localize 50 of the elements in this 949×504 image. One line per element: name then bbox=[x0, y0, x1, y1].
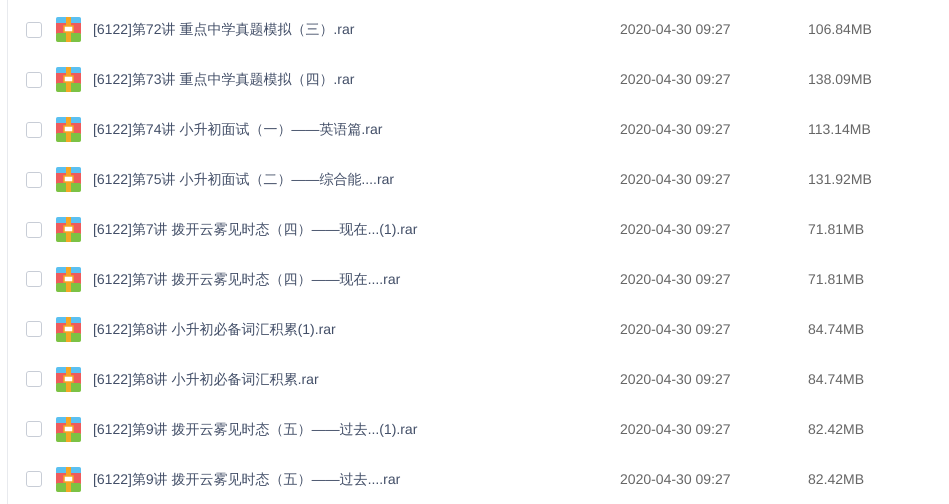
archive-icon bbox=[56, 366, 81, 392]
archive-icon bbox=[56, 67, 81, 92]
archive-icon bbox=[56, 266, 81, 292]
file-name[interactable]: [6122]第75讲 小升初面试（二）——综合能....rar bbox=[93, 169, 620, 190]
modified-date: 2020-04-30 09:27 bbox=[620, 420, 732, 439]
archive-icon bbox=[56, 466, 81, 492]
archive-icon bbox=[56, 416, 81, 442]
file-size: 71.81MB bbox=[808, 220, 864, 240]
file-name[interactable]: [6122]第8讲 小升初必备词汇积累.rar bbox=[93, 368, 620, 390]
file-name[interactable]: [6122]第8讲 小升初必备词汇积累(1).rar bbox=[93, 318, 620, 340]
modified-date: 2020-04-30 09:27 bbox=[620, 170, 732, 190]
checkbox[interactable] bbox=[26, 72, 42, 88]
modified-date: 2020-04-30 09:27 bbox=[620, 20, 732, 40]
file-size: 138.09MB bbox=[808, 70, 872, 90]
file-name[interactable]: [6122]第73讲 重点中学真题模拟（四）.rar bbox=[93, 69, 620, 90]
file-size: 84.74MB bbox=[808, 320, 864, 339]
file-name[interactable]: [6122]第7讲 拨开云雾见时态（四）——现在....rar bbox=[93, 268, 620, 290]
file-name[interactable]: [6122]第9讲 拨开云雾见时态（五）——过去...(1).rar bbox=[93, 418, 620, 440]
file-size: 106.84MB bbox=[808, 20, 872, 40]
checkbox[interactable] bbox=[26, 22, 42, 38]
modified-date: 2020-04-30 09:27 bbox=[620, 470, 732, 489]
checkbox[interactable] bbox=[26, 172, 42, 188]
archive-icon bbox=[56, 217, 81, 242]
checkbox[interactable] bbox=[26, 471, 42, 488]
checkbox[interactable] bbox=[26, 421, 42, 438]
checkbox[interactable] bbox=[26, 122, 42, 138]
modified-date: 2020-04-30 09:27 bbox=[620, 320, 732, 339]
modified-date: 2020-04-30 09:27 bbox=[620, 120, 732, 140]
file-size: 82.42MB bbox=[808, 420, 864, 439]
archive-icon bbox=[56, 316, 81, 342]
checkbox[interactable] bbox=[26, 222, 42, 238]
checkbox[interactable] bbox=[26, 271, 42, 288]
modified-date: 2020-04-30 09:27 bbox=[620, 270, 732, 289]
file-name[interactable]: [6122]第72讲 重点中学真题模拟（三）.rar bbox=[93, 19, 620, 40]
modified-date: 2020-04-30 09:27 bbox=[620, 370, 732, 389]
archive-icon bbox=[56, 167, 81, 192]
archive-icon bbox=[56, 117, 81, 142]
file-size: 113.14MB bbox=[808, 120, 871, 140]
file-size: 71.81MB bbox=[808, 270, 864, 289]
file-name[interactable]: [6122]第9讲 拨开云雾见时态（五）——过去....rar bbox=[93, 468, 620, 490]
checkbox[interactable] bbox=[26, 371, 42, 388]
file-size: 82.42MB bbox=[808, 470, 864, 489]
file-size: 131.92MB bbox=[808, 170, 872, 190]
archive-icon bbox=[56, 17, 81, 42]
file-size: 84.74MB bbox=[808, 370, 864, 389]
file-name[interactable]: [6122]第7讲 拨开云雾见时态（四）——现在...(1).rar bbox=[93, 219, 620, 240]
checkbox[interactable] bbox=[26, 321, 42, 338]
modified-date: 2020-04-30 09:27 bbox=[620, 70, 732, 90]
file-name[interactable]: [6122]第74讲 小升初面试（一）——英语篇.rar bbox=[93, 119, 620, 140]
modified-date: 2020-04-30 09:27 bbox=[620, 220, 732, 240]
